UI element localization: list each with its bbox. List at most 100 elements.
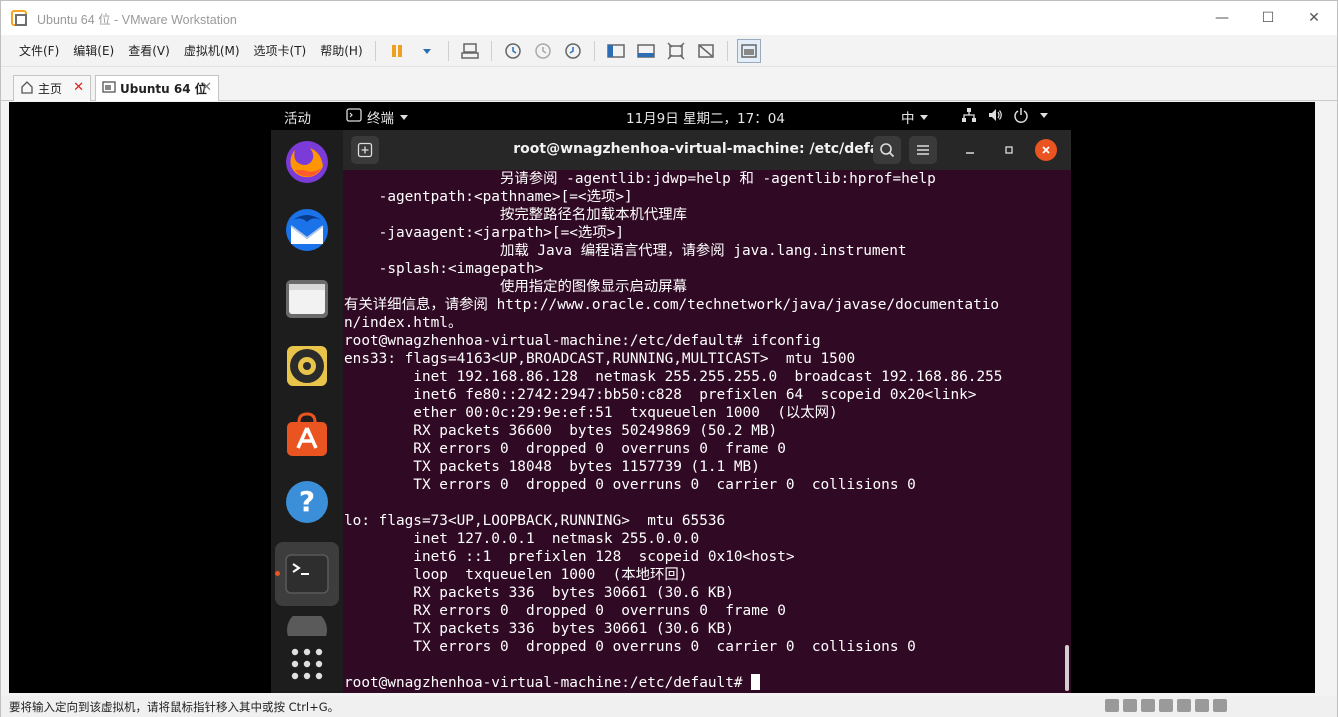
vm-display[interactable]: 活动 终端 11月9日 星期二，17：04 中 ? root@wnagzhenh… (9, 102, 1315, 693)
input-method[interactable]: 中 (901, 107, 929, 127)
terminal-line: loop txqueuelen 1000 (本地环回) (344, 567, 688, 583)
menu-vm[interactable]: 虚拟机(M) (178, 42, 246, 59)
usb-icon[interactable] (1159, 699, 1173, 712)
revert-snapshot-icon[interactable] (531, 39, 555, 63)
terminal-line: lo: flags=73<UP,LOOPBACK,RUNNING> mtu 65… (344, 513, 726, 529)
terminal-line: RX errors 0 dropped 0 overruns 0 frame 0 (344, 441, 786, 457)
terminal-line: inet6 ::1 prefixlen 128 scopeid 0x10<hos… (344, 549, 795, 565)
console-view-icon[interactable] (634, 39, 658, 63)
dropdown-icon[interactable] (415, 39, 439, 63)
tab-home-label: 主页 (38, 82, 63, 96)
terminal-line: TX errors 0 dropped 0 overruns 0 carrier… (344, 639, 916, 655)
app-grid-icon[interactable] (283, 640, 331, 688)
terminal-line: RX packets 36600 bytes 50249869 (50.2 MB… (344, 423, 778, 439)
tab-ubuntu[interactable]: Ubuntu 64 位 ✕ (95, 75, 219, 101)
tab-ubuntu-label: Ubuntu 64 位 (120, 82, 207, 96)
menu-tabs[interactable]: 选项卡(T) (248, 42, 313, 59)
thumbnail-icon[interactable] (736, 38, 761, 63)
unity-icon[interactable] (694, 39, 718, 63)
gnome-top-bar: 活动 终端 11月9日 星期二，17：04 中 (271, 102, 1071, 130)
terminal-output[interactable]: 另请参阅 -agentlib:jdwp=help 和 -agentlib:hpr… (343, 170, 1063, 693)
menu-help[interactable]: 帮助(H) (314, 42, 368, 59)
more-icon[interactable] (283, 616, 331, 636)
running-indicator (275, 571, 280, 576)
search-icon[interactable] (873, 136, 901, 164)
menu-view[interactable]: 查看(V) (122, 42, 176, 59)
ime-label: 中 (901, 111, 915, 127)
terminal-line: 有关详细信息，请参阅 http://www.oracle.com/technet… (344, 297, 1000, 313)
close-button[interactable]: ✕ (1291, 1, 1337, 35)
sound-icon[interactable] (1177, 699, 1191, 712)
terminal-line: RX packets 336 bytes 30661 (30.6 KB) (344, 585, 734, 601)
files-icon[interactable] (283, 274, 331, 322)
chevron-down-icon (1039, 107, 1049, 127)
toolbar-separator (726, 40, 728, 61)
tab-home[interactable]: 主页 ✕ (13, 75, 91, 101)
app-menu[interactable]: 终端 (346, 107, 409, 127)
activities-button[interactable]: 活动 (284, 107, 311, 127)
firefox-icon[interactable] (283, 138, 331, 186)
snapshot-manager-icon[interactable] (561, 39, 585, 63)
thunderbird-icon[interactable] (283, 206, 331, 254)
rhythmbox-icon[interactable] (283, 342, 331, 390)
terminal-line: TX packets 336 bytes 30661 (30.6 KB) (344, 621, 734, 637)
help-icon[interactable]: ? (283, 478, 331, 526)
vmware-logo-icon (11, 10, 27, 26)
terminal-line: n/index.html。 (344, 315, 463, 331)
restore-icon[interactable] (995, 136, 1023, 164)
snapshot-icon[interactable] (501, 39, 525, 63)
tab-home-close-icon[interactable]: ✕ (73, 80, 84, 95)
terminal-close-icon[interactable] (1035, 139, 1057, 161)
terminal-line: -javaagent:<jarpath>[=<选项>] (344, 225, 625, 241)
terminal-line: inet 127.0.0.1 netmask 255.0.0.0 (344, 531, 700, 547)
library-icon[interactable] (604, 39, 628, 63)
tab-ubuntu-close-icon[interactable]: ✕ (201, 80, 212, 95)
menu-file[interactable]: 文件(F) (13, 42, 65, 59)
pause-icon[interactable] (385, 39, 409, 63)
network-adapter-icon[interactable] (1141, 699, 1155, 712)
volume-icon (987, 107, 1003, 127)
send-keys-icon[interactable] (458, 39, 482, 63)
chevron-down-icon (919, 109, 929, 125)
clock[interactable]: 11月9日 星期二，17：04 (626, 107, 785, 127)
printer-icon[interactable] (1195, 699, 1209, 712)
menu-edit[interactable]: 编辑(E) (67, 42, 120, 59)
terminal-window[interactable]: root@wnagzhenhoa-virtual-machine: /etc/d… (343, 130, 1071, 693)
hamburger-menu-icon[interactable] (909, 136, 937, 164)
device-status-icons (1105, 699, 1227, 712)
window-controls: — ☐ ✕ (1199, 1, 1337, 35)
terminal-scrollbar[interactable] (1065, 645, 1069, 691)
menu-toolbar: 文件(F) 编辑(E) 查看(V) 虚拟机(M) 选项卡(T) 帮助(H) (1, 35, 1337, 67)
terminal-prompt-line[interactable]: root@wnagzhenhoa-virtual-machine:/etc/de… (344, 674, 1063, 692)
system-menu[interactable] (961, 107, 1049, 127)
new-tab-icon[interactable] (351, 136, 379, 164)
power-icon (1013, 107, 1029, 127)
vmware-window: Ubuntu 64 位 - VMware Workstation — ☐ ✕ 文… (0, 0, 1338, 717)
software-icon[interactable] (283, 410, 331, 458)
terminal-line: inet 192.168.86.128 netmask 255.255.255.… (344, 369, 1003, 385)
vm-icon (102, 80, 116, 97)
maximize-button[interactable]: ☐ (1245, 1, 1291, 35)
terminal-line: TX errors 0 dropped 0 overruns 0 carrier… (344, 477, 916, 493)
toolbar-separator (447, 40, 449, 61)
app-name: 终端 (367, 111, 394, 127)
ubuntu-desktop[interactable]: 活动 终端 11月9日 星期二，17：04 中 ? root@wnagzhenh… (271, 102, 1071, 693)
status-message: 要将输入定向到该虚拟机，请将鼠标指针移入其中或按 Ctrl+G。 (9, 699, 340, 714)
terminal-prompt: root@wnagzhenhoa-virtual-machine:/etc/de… (344, 675, 752, 691)
terminal-line: ens33: flags=4163<UP,BROADCAST,RUNNING,M… (344, 351, 856, 367)
terminal-icon[interactable] (283, 550, 331, 598)
home-icon (20, 80, 34, 97)
tab-bar: 主页 ✕ Ubuntu 64 位 ✕ (1, 67, 1337, 101)
terminal-line: inet6 fe80::2742:2947:bb50:c828 prefixle… (344, 387, 977, 403)
terminal-line: ether 00:0c:29:9e:ef:51 txqueuelen 1000 … (344, 405, 838, 421)
minimize-button[interactable]: — (1199, 1, 1245, 35)
terminal-app-icon (346, 108, 362, 126)
hdd-icon[interactable] (1105, 699, 1119, 712)
display-icon[interactable] (1213, 699, 1227, 712)
terminal-line: 另请参阅 -agentlib:jdwp=help 和 -agentlib:hpr… (344, 171, 936, 187)
minimize-icon[interactable] (956, 136, 984, 164)
fullscreen-icon[interactable] (664, 39, 688, 63)
cdrom-icon[interactable] (1123, 699, 1137, 712)
